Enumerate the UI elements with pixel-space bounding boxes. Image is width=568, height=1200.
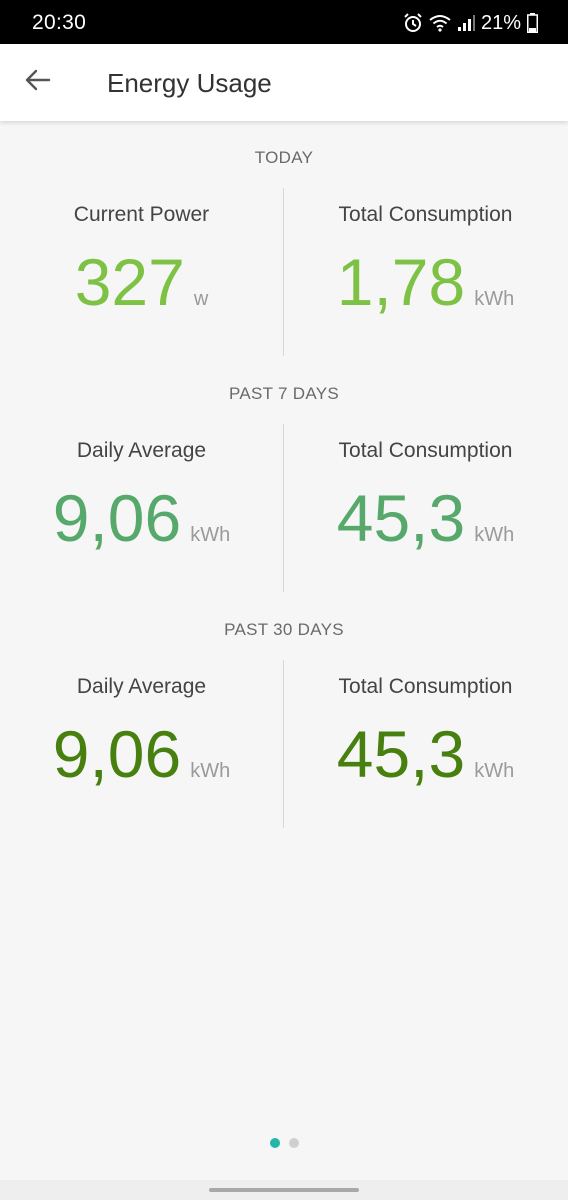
stat-value: 45,3 bbox=[336, 717, 466, 791]
page-dot[interactable] bbox=[288, 1138, 299, 1148]
stat-daily-average: Daily Average 9,06 kWh bbox=[0, 675, 283, 787]
stat-current-power: Current Power 327 w bbox=[0, 203, 283, 315]
stat-unit: kWh bbox=[190, 760, 231, 782]
status-time: 20:30 bbox=[32, 11, 87, 34]
back-button[interactable] bbox=[18, 62, 58, 102]
stat-label: Total Consumption bbox=[338, 675, 513, 698]
energy-content: TODAY Current Power 327 w Total Consumpt… bbox=[0, 121, 568, 829]
home-handle[interactable] bbox=[209, 1188, 359, 1192]
stat-label: Daily Average bbox=[76, 675, 207, 698]
stat-value: 45,3 bbox=[336, 481, 466, 555]
stat-unit: kWh bbox=[190, 524, 231, 546]
section-past-7-days: PAST 7 DAYS Daily Average 9,06 kWh Total… bbox=[0, 357, 568, 593]
stat-value: 9,06 bbox=[52, 481, 182, 555]
stat-unit: w bbox=[193, 288, 209, 310]
battery-percent: 21% bbox=[480, 11, 521, 34]
app-bar: Energy Usage bbox=[0, 44, 568, 121]
stat-daily-average: Daily Average 9,06 kWh bbox=[0, 439, 283, 551]
section-past-30-days: PAST 30 DAYS Daily Average 9,06 kWh Tota… bbox=[0, 593, 568, 829]
stat-unit: kWh bbox=[474, 524, 515, 546]
page-indicator bbox=[0, 1138, 568, 1148]
stat-value: 1,78 bbox=[336, 245, 466, 319]
status-bar: 20:30 21% bbox=[0, 0, 568, 44]
stat-total-consumption: Total Consumption 45,3 kWh bbox=[284, 675, 567, 787]
stat-total-consumption: Total Consumption 45,3 kWh bbox=[284, 439, 567, 551]
stat-label: Current Power bbox=[73, 203, 210, 226]
stat-label: Total Consumption bbox=[338, 203, 513, 226]
stat-value-row: 9,06 kWh bbox=[0, 721, 283, 787]
stat-unit: kWh bbox=[474, 760, 515, 782]
stat-label: Daily Average bbox=[76, 439, 207, 462]
stat-value-row: 45,3 kWh bbox=[284, 485, 567, 551]
alarm-icon bbox=[403, 13, 423, 33]
arrow-left-icon bbox=[25, 69, 51, 96]
signal-icon bbox=[457, 14, 475, 32]
navigation-bar bbox=[0, 1180, 568, 1200]
stat-value-row: 9,06 kWh bbox=[0, 485, 283, 551]
section-title: TODAY bbox=[254, 148, 314, 167]
stat-value-row: 45,3 kWh bbox=[284, 721, 567, 787]
stat-value: 9,06 bbox=[52, 717, 182, 791]
status-icons: 21% bbox=[403, 10, 538, 36]
stat-value-row: 327 w bbox=[0, 249, 283, 315]
page-dot-active[interactable] bbox=[269, 1138, 280, 1148]
stat-total-consumption: Total Consumption 1,78 kWh bbox=[284, 203, 567, 315]
wifi-icon bbox=[429, 14, 451, 32]
stat-unit: kWh bbox=[474, 288, 515, 310]
section-title: PAST 30 DAYS bbox=[224, 620, 344, 639]
stat-value-row: 1,78 kWh bbox=[284, 249, 567, 315]
section-title: PAST 7 DAYS bbox=[228, 384, 340, 403]
battery-icon bbox=[527, 13, 538, 33]
section-today: TODAY Current Power 327 w Total Consumpt… bbox=[0, 121, 568, 357]
stat-label: Total Consumption bbox=[338, 439, 513, 462]
page-title: Energy Usage bbox=[107, 68, 272, 98]
stat-value: 327 bbox=[74, 245, 185, 319]
